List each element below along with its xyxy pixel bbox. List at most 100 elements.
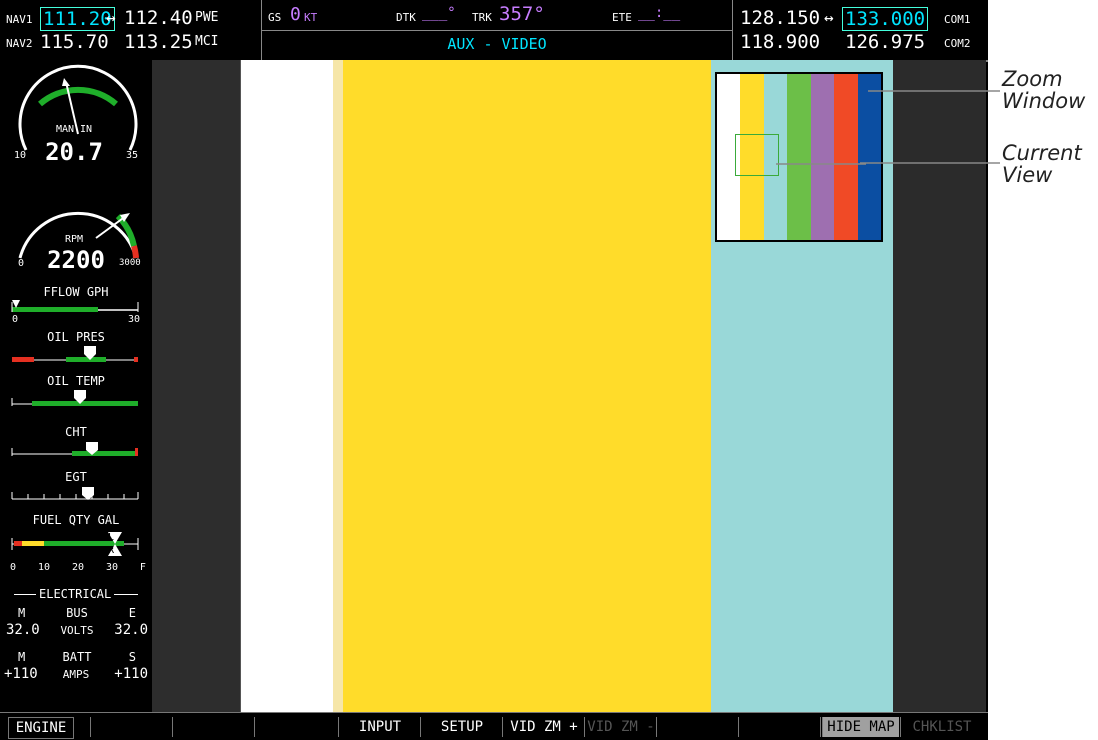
fflow-bar (11, 300, 139, 312)
softkey-9[interactable] (656, 717, 739, 737)
fuel-tick: 30 (105, 562, 118, 573)
nav2-ident: MCI (195, 34, 219, 49)
com1-label: COM1 (944, 13, 971, 26)
cht-bar (11, 442, 138, 456)
divider (732, 0, 733, 60)
softkey-bar: ENGINE INPUT SETUP VID ZM + VID ZM - HID… (0, 712, 988, 740)
current-view-callout: Current View (1002, 141, 1082, 187)
man-in-min: 10 (14, 150, 27, 161)
zoom-bar-green (787, 74, 811, 240)
nav2-standby-freq[interactable]: 113.25 (124, 31, 193, 53)
trk-value: 357° (499, 3, 545, 25)
man-in-max: 35 (126, 150, 139, 161)
softkey-hide-map[interactable]: HIDE MAP (822, 717, 899, 737)
softkey-2[interactable] (90, 717, 163, 737)
electrical-header: ELECTRICAL (36, 587, 115, 601)
blank-panel (152, 60, 241, 712)
fuel-tick: F (139, 562, 146, 573)
com2-label: COM2 (944, 37, 971, 50)
fuel-qty-bar (11, 532, 139, 556)
bus-label: BUS (66, 606, 88, 620)
zoom-window-callout: Zoom Window (1002, 67, 1086, 113)
top-status-bar: NAV1 111.20 ↔ 112.40 PWE NAV2 115.70 113… (0, 0, 988, 62)
nav2-active-freq[interactable]: 115.70 (40, 31, 109, 53)
softkey-input[interactable]: INPUT (338, 717, 421, 737)
fflow-min: 0 (12, 314, 19, 325)
nav1-ident: PWE (195, 10, 219, 25)
softkey-vid-zm-plus[interactable]: VID ZM + (502, 717, 585, 737)
volts-row: 32.0 VOLTS 32.0 (6, 622, 148, 640)
softkey-engine[interactable]: ENGINE (8, 717, 74, 739)
softkey-10[interactable] (738, 717, 821, 737)
bus-m-label: M (18, 606, 26, 620)
fuel-tick: 20 (71, 562, 84, 573)
softkey-chklist[interactable]: CHKLIST (900, 717, 983, 737)
com2-standby-freq[interactable]: 118.900 (740, 31, 820, 53)
egt-bar (11, 487, 139, 500)
fuel-left-marker: L (108, 532, 115, 543)
nav1-standby-freq[interactable]: 112.40 (124, 7, 193, 29)
trk-label: TRK (472, 11, 492, 24)
oil-temp-label: OIL TEMP (47, 374, 105, 388)
video-band-white (241, 60, 333, 712)
batt-labels: M BATT S (18, 650, 136, 664)
divider (262, 30, 732, 31)
zoom-window (715, 72, 883, 242)
current-view-box[interactable] (735, 134, 779, 176)
batt-s-label: S (128, 650, 136, 664)
rpm-label: RPM (64, 234, 84, 245)
softkey-setup[interactable]: SETUP (420, 717, 503, 737)
fuel-right-marker: R (108, 545, 115, 556)
amps-m-value: +110 (4, 666, 38, 682)
nav-frequency-box: NAV1 111.20 ↔ 112.40 PWE NAV2 115.70 113… (6, 7, 261, 53)
amps-row: +110 AMPS +110 (4, 666, 148, 684)
nav1-active-freq[interactable]: 111.20 (40, 7, 115, 31)
fuel-tick: 0 (10, 562, 17, 573)
current-view-line (776, 163, 866, 165)
zoom-bar-red (834, 74, 858, 240)
dtk-value: ___° (422, 5, 456, 21)
com1-active-freq[interactable]: 133.000 (842, 7, 929, 31)
bus-e-label: E (128, 606, 136, 620)
volts-label: VOLTS (60, 624, 94, 637)
com-frequency-box: 128.150 ↔ 133.000 COM1 118.900 126.975 C… (740, 7, 985, 53)
navigation-data-bar: GS 0 KT DTK ___° TRK 357° ETE __:__ (262, 0, 732, 30)
nav2-label: NAV2 (6, 37, 33, 50)
batt-label: BATT (62, 650, 92, 664)
oil-pres-label: OIL PRES (47, 330, 105, 344)
bus-labels: M BUS E (18, 606, 136, 620)
com1-swap-icon[interactable]: ↔ (824, 8, 834, 27)
fuel-qty-label: FUEL QTY GAL (32, 513, 120, 527)
ete-label: ETE (612, 11, 632, 24)
man-in-label: MAN IN (55, 124, 93, 135)
softkey-4[interactable] (254, 717, 335, 737)
dtk-label: DTK (396, 11, 416, 24)
nav1-swap-icon[interactable]: ↔ (106, 8, 116, 27)
com2-active-freq[interactable]: 126.975 (845, 31, 925, 53)
gs-label: GS (268, 11, 282, 24)
rpm-max: 3000 (119, 258, 141, 268)
oil-pres-bar (12, 346, 138, 362)
volts-m-value: 32.0 (6, 622, 40, 638)
engine-indication-strip: MAN IN 20.7 10 35 RPM 2200 0 3000 FFLOW … (0, 60, 153, 712)
egt-label: EGT (65, 470, 87, 484)
video-band-yellow (343, 60, 711, 712)
gs-value: 0 (290, 4, 301, 25)
fuel-qty-ticks: 0 10 20 30 F (10, 562, 146, 573)
batt-m-label: M (18, 650, 26, 664)
oil-temp-bar (11, 390, 138, 406)
rpm-value: 2200 (47, 246, 105, 274)
callout-lines (860, 90, 1000, 164)
man-in-value: 20.7 (45, 138, 103, 166)
ete-value: __:__ (638, 5, 681, 21)
mfd-display: NAV1 111.20 ↔ 112.40 PWE NAV2 115.70 113… (0, 0, 988, 740)
zoom-bar-purple (810, 74, 835, 240)
com1-standby-freq[interactable]: 128.150 (740, 7, 820, 29)
nav1-label: NAV1 (6, 13, 33, 26)
softkey-vid-zm-minus[interactable]: VID ZM - (584, 717, 657, 737)
fflow-label: FFLOW GPH (43, 285, 109, 299)
rpm-min: 0 (18, 258, 25, 269)
softkey-3[interactable] (172, 717, 251, 737)
amps-s-value: +110 (114, 666, 148, 682)
cht-label: CHT (65, 425, 87, 439)
